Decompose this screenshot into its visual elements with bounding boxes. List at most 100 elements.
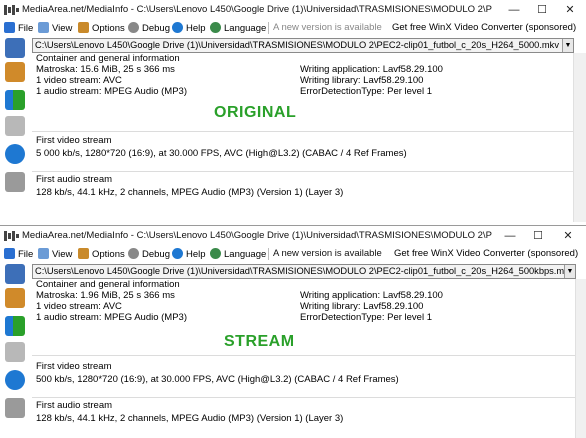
menu-file-label: File [18, 23, 34, 34]
file-menu-icon [4, 248, 15, 259]
mediainfo-app-icon [4, 231, 19, 241]
menu-options[interactable]: Options [78, 22, 125, 34]
writing-application-line: Writing application: Lavf58.29.100 [300, 290, 443, 301]
open-folder-icon[interactable] [5, 62, 25, 82]
mediainfo-window-stream: MediaArea.net/MediaInfo - C:\Users\Lenov… [0, 225, 586, 438]
preferences-icon[interactable] [5, 398, 25, 418]
chevron-down-icon[interactable]: ▼ [562, 39, 573, 52]
options-menu-icon [78, 248, 89, 259]
screenshot-composite: { "windows": [ { "title": "MediaArea.net… [0, 0, 586, 438]
video-stream-section: First video stream 500 kb/s, 1280*720 (1… [32, 361, 576, 398]
audio-section-title: First audio stream [36, 400, 113, 411]
menu-options[interactable]: Options [78, 248, 125, 260]
debug-menu-icon [128, 248, 139, 259]
audio-stream-info: 128 kb/s, 44.1 kHz, 2 channels, MPEG Aud… [36, 413, 344, 424]
open-folder-icon[interactable] [5, 288, 25, 308]
menu-language[interactable]: Language [210, 248, 266, 260]
menu-help[interactable]: Help [172, 248, 206, 260]
export-icon[interactable] [5, 316, 25, 336]
writing-library-line: Writing library: Lavf58.29.100 [300, 75, 424, 86]
general-info-section: Container and general information Matros… [32, 279, 576, 356]
video-section-title: First video stream [36, 135, 112, 146]
video-stream-info: 5 000 kb/s, 1280*720 (16:9), at 30.000 F… [36, 148, 407, 159]
audio-stream-info: 128 kb/s, 44.1 kHz, 2 channels, MPEG Aud… [36, 187, 344, 198]
menu-view-label: View [52, 23, 73, 34]
video-stream-info: 500 kb/s, 1280*720 (16:9), at 30.000 FPS… [36, 374, 399, 385]
general-video-count-line: 1 video stream: AVC [36, 75, 122, 86]
menu-view[interactable]: View [38, 248, 72, 260]
menu-debug[interactable]: Debug [128, 248, 170, 260]
general-audio-count-line: 1 audio stream: MPEG Audio (MP3) [36, 86, 188, 97]
file-selector-value: C:\Users\Lenovo L450\Google Drive (1)\Un… [35, 40, 559, 50]
general-format-line: Matroska: 1.96 MiB, 25 s 366 ms [36, 290, 175, 301]
general-section-title: Container and general information [36, 279, 180, 290]
menu-language-label: Language [224, 23, 267, 34]
menu-help[interactable]: Help [172, 22, 206, 34]
info-icon[interactable] [5, 370, 25, 390]
close-button[interactable]: ✕ [554, 226, 582, 246]
error-detection-line: ErrorDetectionType: Per level 1 [300, 312, 433, 323]
audio-stream-section: First audio stream 128 kb/s, 44.1 kHz, 2… [32, 174, 574, 210]
new-version-notice[interactable]: A new version is available [273, 248, 382, 259]
open-file-icon[interactable] [5, 264, 25, 284]
menu-debug-label: Debug [142, 249, 170, 260]
menu-debug[interactable]: Debug [128, 22, 170, 34]
writing-library-line: Writing library: Lavf58.29.100 [300, 301, 424, 312]
general-video-count-line: 1 video stream: AVC [36, 301, 122, 312]
vertical-scrollbar[interactable] [573, 53, 586, 222]
chevron-down-icon[interactable]: ▼ [564, 265, 575, 278]
general-format-line: Matroska: 15.6 MiB, 25 s 366 ms [36, 64, 175, 75]
title-bar[interactable]: MediaArea.net/MediaInfo - C:\Users\Lenov… [0, 226, 586, 246]
preferences-icon[interactable] [5, 172, 25, 192]
side-toolbar [0, 262, 30, 438]
file-selector[interactable]: C:\Users\Lenovo L450\Google Drive (1)\Un… [32, 264, 576, 279]
menu-separator [268, 248, 269, 260]
help-menu-icon [172, 248, 183, 259]
sponsor-link[interactable]: Get free WinX Video Converter (sponsored… [394, 248, 578, 259]
menu-help-label: Help [186, 249, 206, 260]
general-audio-count-line: 1 audio stream: MPEG Audio (MP3) [36, 312, 188, 323]
audio-section-title: First audio stream [36, 174, 113, 185]
tools-icon[interactable] [5, 116, 25, 136]
menu-language-label: Language [224, 249, 267, 260]
menu-bar: File View Options Debug Help Language A … [0, 246, 586, 262]
menu-view-label: View [52, 249, 73, 260]
maximize-button[interactable]: ☐ [528, 0, 556, 20]
mediainfo-window-original: MediaArea.net/MediaInfo - C:\Users\Lenov… [0, 0, 586, 222]
minimize-button[interactable]: — [500, 0, 528, 20]
vertical-scrollbar[interactable] [575, 279, 586, 438]
file-menu-icon [4, 22, 15, 33]
menu-help-label: Help [186, 23, 206, 34]
menu-file[interactable]: File [4, 248, 33, 260]
menu-language[interactable]: Language [210, 22, 266, 34]
video-stream-section: First video stream 5 000 kb/s, 1280*720 … [32, 135, 574, 172]
open-file-icon[interactable] [5, 38, 25, 58]
new-version-notice[interactable]: A new version is available [273, 22, 382, 33]
menu-bar: File View Options Debug Help Language A … [0, 20, 586, 36]
menu-file[interactable]: File [4, 22, 33, 34]
menu-view[interactable]: View [38, 22, 72, 34]
error-detection-line: ErrorDetectionType: Per level 1 [300, 86, 433, 97]
side-toolbar [0, 36, 30, 222]
menu-options-label: Options [92, 249, 125, 260]
file-selector[interactable]: C:\Users\Lenovo L450\Google Drive (1)\Un… [32, 38, 574, 53]
audio-stream-section: First audio stream 128 kb/s, 44.1 kHz, 2… [32, 400, 576, 436]
debug-menu-icon [128, 22, 139, 33]
options-menu-icon [78, 22, 89, 33]
file-selector-value: C:\Users\Lenovo L450\Google Drive (1)\Un… [35, 266, 574, 276]
view-menu-icon [38, 22, 49, 33]
mediainfo-app-icon [4, 5, 19, 15]
info-icon[interactable] [5, 144, 25, 164]
view-menu-icon [38, 248, 49, 259]
minimize-button[interactable]: — [496, 226, 524, 246]
stream-label: STREAM [224, 333, 295, 350]
tools-icon[interactable] [5, 342, 25, 362]
maximize-button[interactable]: ☐ [524, 226, 552, 246]
close-button[interactable]: ✕ [556, 0, 584, 20]
export-icon[interactable] [5, 90, 25, 110]
sponsor-link[interactable]: Get free WinX Video Converter (sponsored… [392, 22, 576, 33]
menu-debug-label: Debug [142, 23, 170, 34]
title-bar[interactable]: MediaArea.net/MediaInfo - C:\Users\Lenov… [0, 0, 586, 20]
menu-separator [268, 22, 269, 34]
window-title: MediaArea.net/MediaInfo - C:\Users\Lenov… [22, 230, 492, 241]
